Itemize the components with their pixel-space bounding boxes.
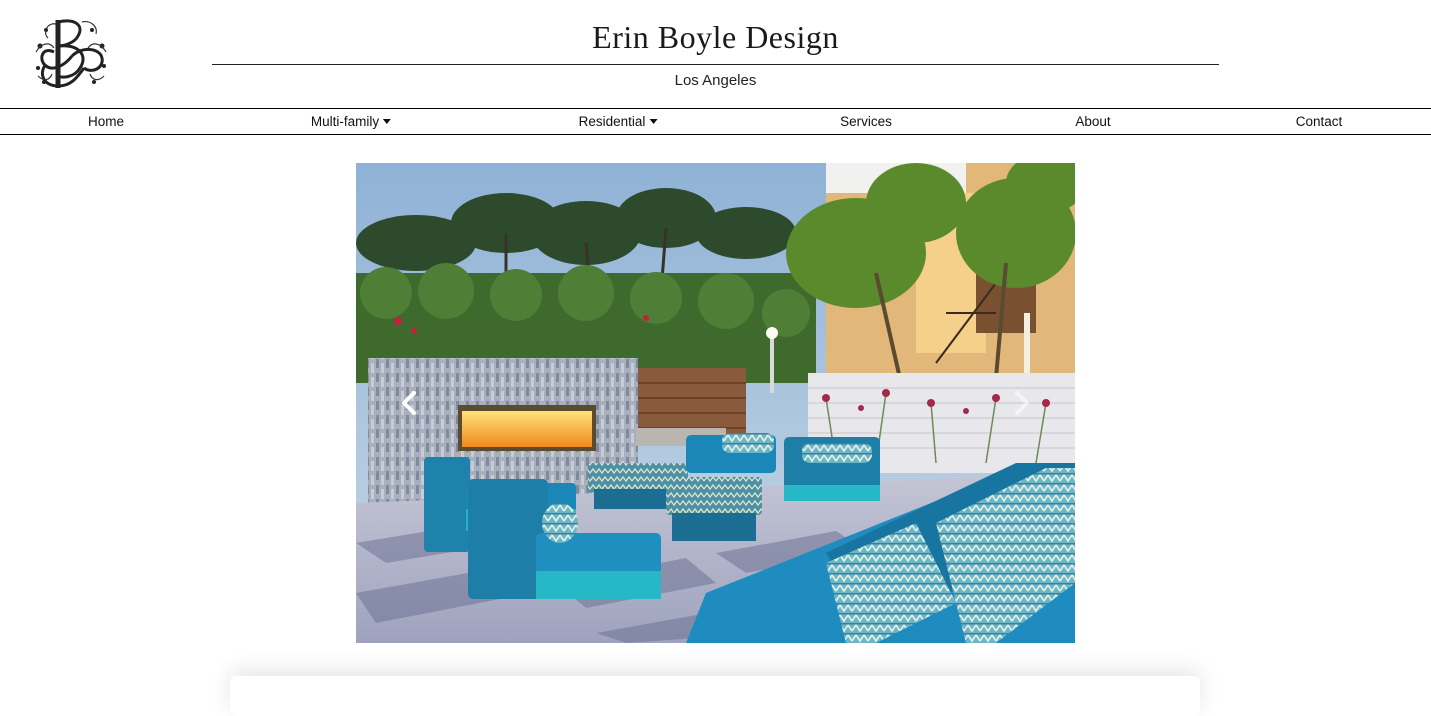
site-title[interactable]: Erin Boyle Design — [212, 14, 1219, 65]
carousel-next-button[interactable] — [1001, 383, 1041, 423]
logo[interactable] — [32, 16, 110, 92]
nav-label: Residential — [578, 114, 646, 129]
monogram-eb-icon — [35, 19, 107, 88]
nav-residential[interactable]: Residential — [579, 109, 658, 134]
nav-label: Home — [87, 114, 125, 129]
nav-multi-family[interactable]: Multi-family — [310, 109, 392, 134]
chevron-left-icon — [402, 391, 416, 415]
caret-down-icon — [649, 119, 658, 124]
nav-label: Contact — [1295, 114, 1343, 129]
nav-about[interactable]: About — [1075, 109, 1110, 134]
nav-contact[interactable]: Contact — [1296, 109, 1343, 134]
nav-home[interactable]: Home — [88, 109, 124, 134]
nav-label: Multi-family — [310, 114, 380, 129]
caret-down-icon — [383, 119, 392, 124]
site-location: Los Angeles — [674, 72, 757, 89]
patio-photo — [356, 163, 1075, 643]
image-carousel[interactable] — [356, 163, 1075, 643]
nav-services[interactable]: Services — [840, 109, 892, 134]
nav-label: About — [1075, 114, 1111, 129]
carousel-prev-button[interactable] — [390, 383, 430, 423]
chevron-right-icon — [1015, 391, 1029, 415]
nav-label: Services — [840, 114, 892, 129]
main-nav: Home Multi-family Residential Services A… — [0, 108, 1431, 135]
content-card — [230, 676, 1200, 716]
